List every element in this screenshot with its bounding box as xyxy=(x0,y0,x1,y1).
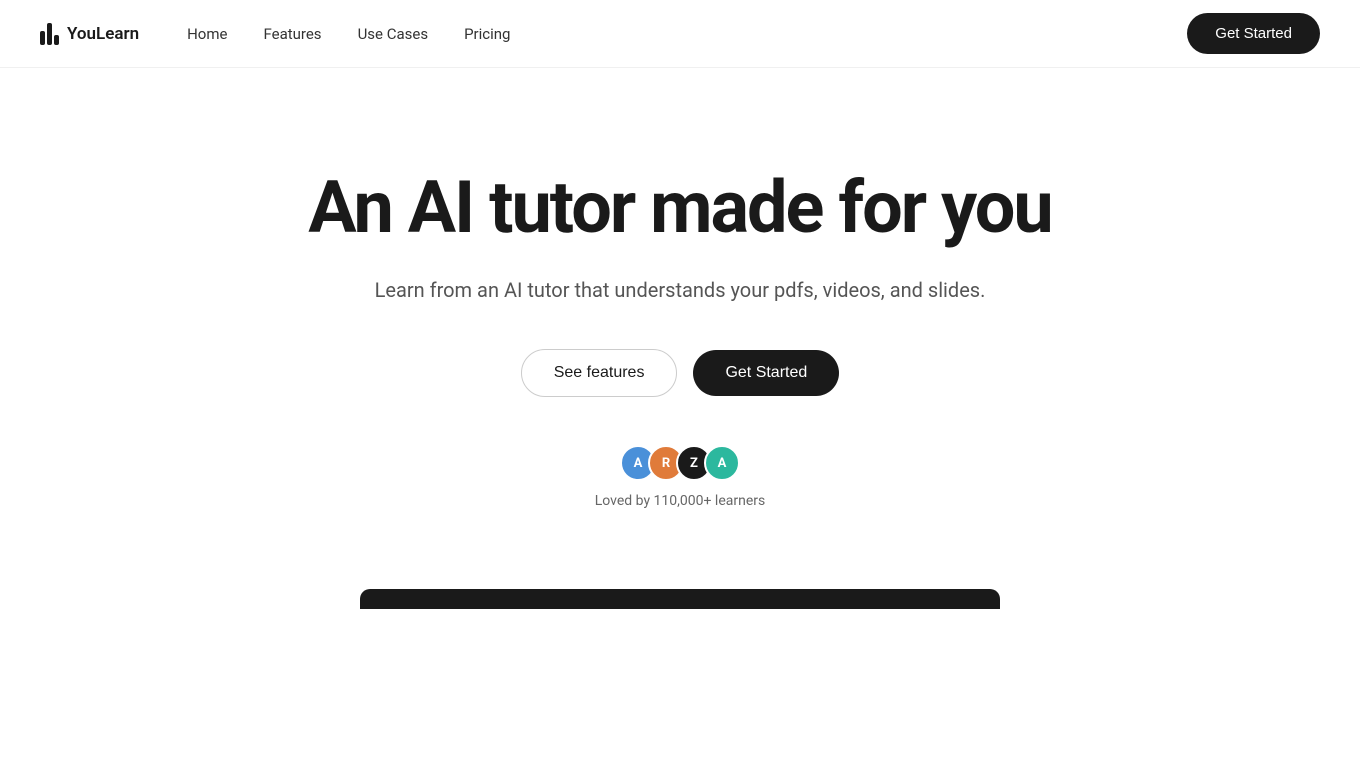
hero-buttons: See features Get Started xyxy=(521,349,840,397)
logo-bar-1 xyxy=(40,31,45,45)
avatar-4: A xyxy=(704,445,740,481)
hero-get-started-button[interactable]: Get Started xyxy=(693,350,839,396)
logo[interactable]: YouLearn xyxy=(40,23,139,45)
nav-links: Home Features Use Cases Pricing xyxy=(187,24,510,43)
preview-bar xyxy=(360,589,1000,609)
nav-item-pricing[interactable]: Pricing xyxy=(464,24,510,43)
nav-get-started-button[interactable]: Get Started xyxy=(1187,13,1320,54)
nav-item-features[interactable]: Features xyxy=(263,24,321,43)
nav-link-pricing[interactable]: Pricing xyxy=(464,25,510,43)
logo-bar-2 xyxy=(47,23,52,45)
hero-section: An AI tutor made for you Learn from an A… xyxy=(0,68,1360,569)
navbar: YouLearn Home Features Use Cases Pricing… xyxy=(0,0,1360,68)
hero-subtitle: Learn from an AI tutor that understands … xyxy=(375,275,986,305)
social-proof: A R Z A Loved by 110,000+ learners xyxy=(595,445,765,509)
nav-link-home[interactable]: Home xyxy=(187,25,227,43)
social-proof-text: Loved by 110,000+ learners xyxy=(595,493,765,509)
nav-left: YouLearn Home Features Use Cases Pricing xyxy=(40,23,510,45)
hero-title: An AI tutor made for you xyxy=(308,168,1051,247)
nav-link-use-cases[interactable]: Use Cases xyxy=(358,25,429,43)
avatar-group: A R Z A xyxy=(620,445,740,481)
nav-item-home[interactable]: Home xyxy=(187,24,227,43)
logo-bar-3 xyxy=(54,35,59,45)
bottom-preview xyxy=(0,569,1360,609)
logo-icon xyxy=(40,23,59,45)
nav-item-use-cases[interactable]: Use Cases xyxy=(358,24,429,43)
nav-link-features[interactable]: Features xyxy=(263,25,321,43)
see-features-button[interactable]: See features xyxy=(521,349,678,397)
logo-text: YouLearn xyxy=(67,24,139,44)
